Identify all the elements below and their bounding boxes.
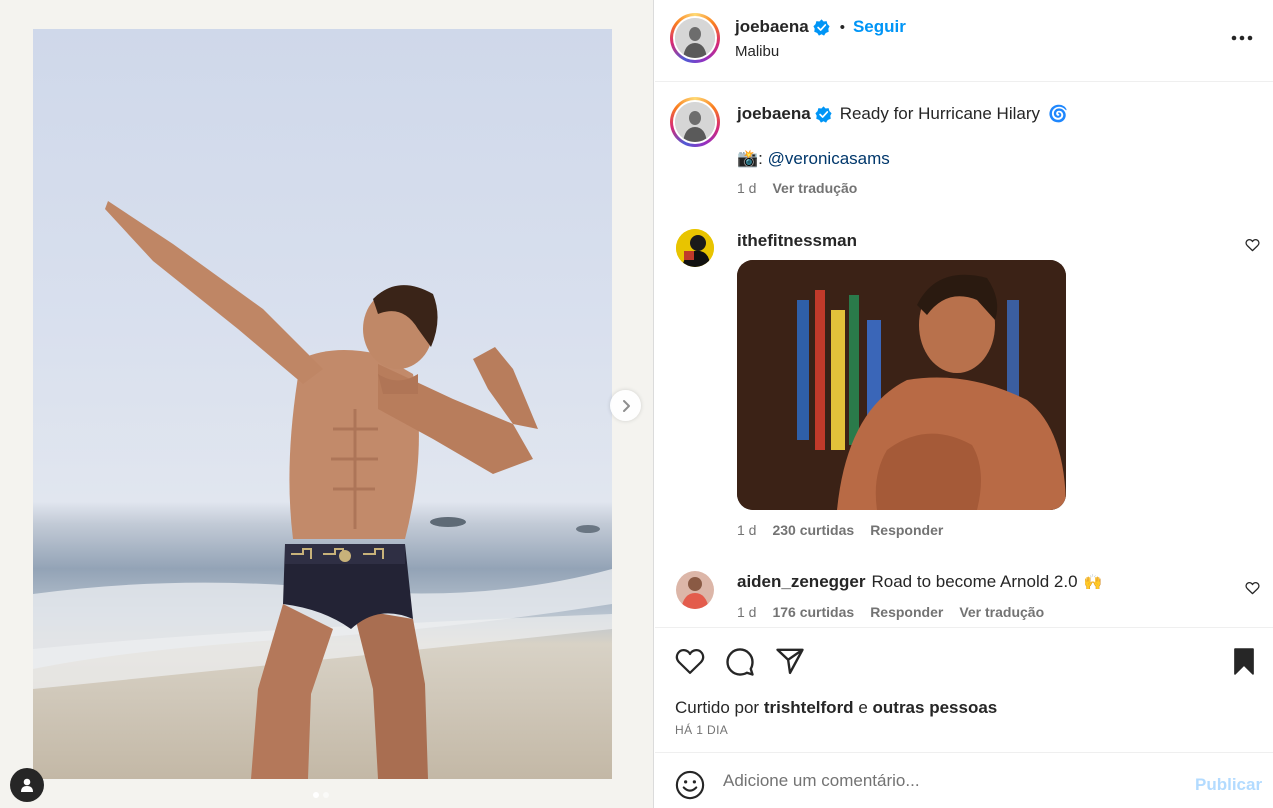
like-button[interactable]: [675, 647, 705, 680]
commenter-avatar[interactable]: [676, 571, 714, 609]
comment-composer: Publicar: [655, 752, 1273, 808]
comment-likes-count[interactable]: 230 curtidas: [772, 522, 854, 538]
caption-author-avatar[interactable]: [670, 97, 720, 147]
comment-translate-link[interactable]: Ver tradução: [959, 604, 1044, 620]
post-side-panel: joebaena • Seguir Malibu joebaena Ready …: [655, 0, 1273, 808]
header-user-row: joebaena • Seguir: [735, 17, 906, 37]
carousel-dot: [323, 792, 329, 798]
author-username[interactable]: joebaena: [735, 17, 809, 37]
emoji-smile-icon: [675, 770, 705, 800]
carousel-indicator: [313, 792, 329, 798]
comment-time[interactable]: 1 d: [737, 522, 756, 538]
comment-likes-count[interactable]: 176 curtidas: [772, 604, 854, 620]
credit-separator: :: [758, 149, 763, 168]
post-date[interactable]: HÁ 1 DIA: [675, 723, 728, 737]
author-avatar[interactable]: [670, 13, 720, 63]
user-tag-icon: [21, 778, 33, 792]
comment-text: Road to become Arnold 2.0: [871, 572, 1078, 591]
post-header: joebaena • Seguir Malibu: [655, 0, 1273, 82]
comment-bubble-icon: [726, 648, 754, 676]
header-separator: •: [839, 18, 845, 36]
comment-meta: 1 d 230 curtidas Responder: [737, 522, 943, 538]
beach-bodybuilder-image: [33, 201, 612, 779]
caption-text: Ready for Hurricane Hilary: [839, 104, 1040, 123]
carousel-next-button[interactable]: [610, 390, 641, 421]
credit-mention-link[interactable]: @veronicasams: [768, 149, 890, 168]
follow-button[interactable]: Seguir: [853, 17, 906, 37]
gif-image: [737, 260, 1066, 510]
likes-summary: Curtido por trishtelford e outras pessoa…: [675, 698, 997, 718]
emoji-button[interactable]: [675, 770, 705, 805]
camera-emoji: 📸: [737, 149, 759, 168]
post-actions: Curtido por trishtelford e outras pessoa…: [655, 627, 1273, 752]
verified-badge-icon: [813, 18, 830, 36]
liked-by-others[interactable]: outras pessoas: [873, 698, 998, 717]
heart-icon: [1245, 239, 1260, 252]
author-avatar-image: [675, 18, 715, 58]
chevron-right-icon: [622, 399, 630, 412]
paper-plane-icon: [776, 648, 804, 675]
bookmark-filled-icon: [1234, 648, 1254, 675]
caption-row: joebaena Ready for Hurricane Hilary 🌀: [737, 104, 1068, 124]
comment-reply-button[interactable]: Responder: [870, 522, 943, 538]
verified-badge-icon: [815, 105, 832, 123]
caption-credit: 📸: @veronicasams: [737, 149, 890, 169]
save-button[interactable]: [1232, 648, 1256, 680]
post-media: [0, 0, 654, 808]
caption-avatar-image: [675, 102, 715, 142]
commenter-avatar[interactable]: [676, 229, 714, 267]
caption-translate-link[interactable]: Ver tradução: [772, 180, 857, 196]
heart-icon: [675, 649, 705, 674]
more-options-button[interactable]: [1231, 28, 1253, 46]
publish-button[interactable]: Publicar: [1195, 775, 1262, 795]
comments-section[interactable]: joebaena Ready for Hurricane Hilary 🌀 📸:…: [655, 83, 1273, 627]
share-button[interactable]: [775, 647, 805, 680]
comment-author-username[interactable]: aiden_zenegger: [737, 572, 866, 592]
commenter-avatar-image: [676, 229, 714, 267]
more-horizontal-icon: [1231, 35, 1253, 41]
liked-by-user[interactable]: trishtelford: [764, 698, 854, 717]
caption-emoji: 🌀: [1048, 106, 1068, 123]
commenter-avatar-image: [676, 571, 714, 609]
comment-author-row: ithefitnessman: [737, 231, 857, 251]
post-location[interactable]: Malibu: [735, 43, 779, 60]
caption-time[interactable]: 1 d: [737, 180, 756, 196]
comment-button[interactable]: [725, 647, 755, 682]
likes-conjunction: e: [858, 698, 868, 717]
comment-input[interactable]: [723, 769, 1183, 793]
post-photo[interactable]: [33, 29, 612, 779]
caption-author-username[interactable]: joebaena: [737, 104, 811, 124]
comment-emoji: 🙌: [1083, 574, 1103, 591]
carousel-dot-active: [313, 792, 319, 798]
caption-meta: 1 d Ver tradução: [737, 180, 857, 196]
comment-reply-button[interactable]: Responder: [870, 604, 943, 620]
likes-prefix: Curtido por: [675, 698, 760, 717]
comment-meta: 1 d 176 curtidas Responder Ver tradução: [737, 604, 1044, 620]
tagged-users-button[interactable]: [10, 768, 44, 802]
comment-time[interactable]: 1 d: [737, 604, 756, 620]
heart-icon: [1245, 582, 1260, 595]
comment-gif[interactable]: [737, 260, 1066, 510]
comment-like-button[interactable]: [1245, 238, 1260, 257]
comment-author-row: aiden_zenegger Road to become Arnold 2.0…: [737, 572, 1102, 592]
comment-like-button[interactable]: [1245, 581, 1260, 600]
comment-author-username[interactable]: ithefitnessman: [737, 231, 857, 250]
